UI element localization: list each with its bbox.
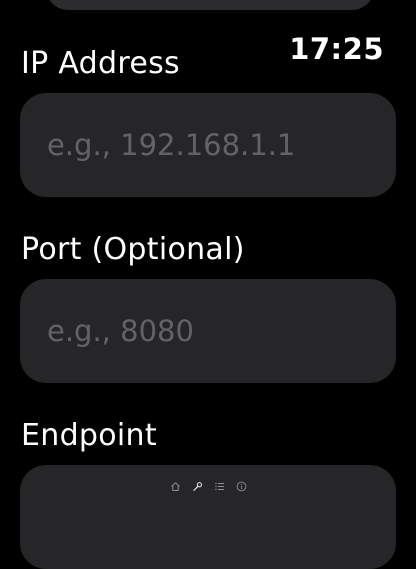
ip-address-field-container[interactable] (20, 93, 396, 197)
port-input[interactable] (47, 279, 377, 383)
home-icon[interactable] (169, 480, 181, 492)
list-icon[interactable] (213, 480, 225, 492)
info-icon[interactable] (235, 480, 247, 492)
previous-field-partial[interactable] (46, 0, 374, 10)
page-indicator (0, 478, 416, 494)
ip-address-input[interactable] (47, 93, 377, 197)
endpoint-label: Endpoint (21, 418, 157, 453)
wrench-icon[interactable] (191, 480, 203, 492)
port-label: Port (Optional) (21, 232, 245, 267)
status-time: 17:25 (289, 32, 384, 66)
ip-address-label: IP Address (21, 46, 180, 81)
port-field-container[interactable] (20, 279, 396, 383)
